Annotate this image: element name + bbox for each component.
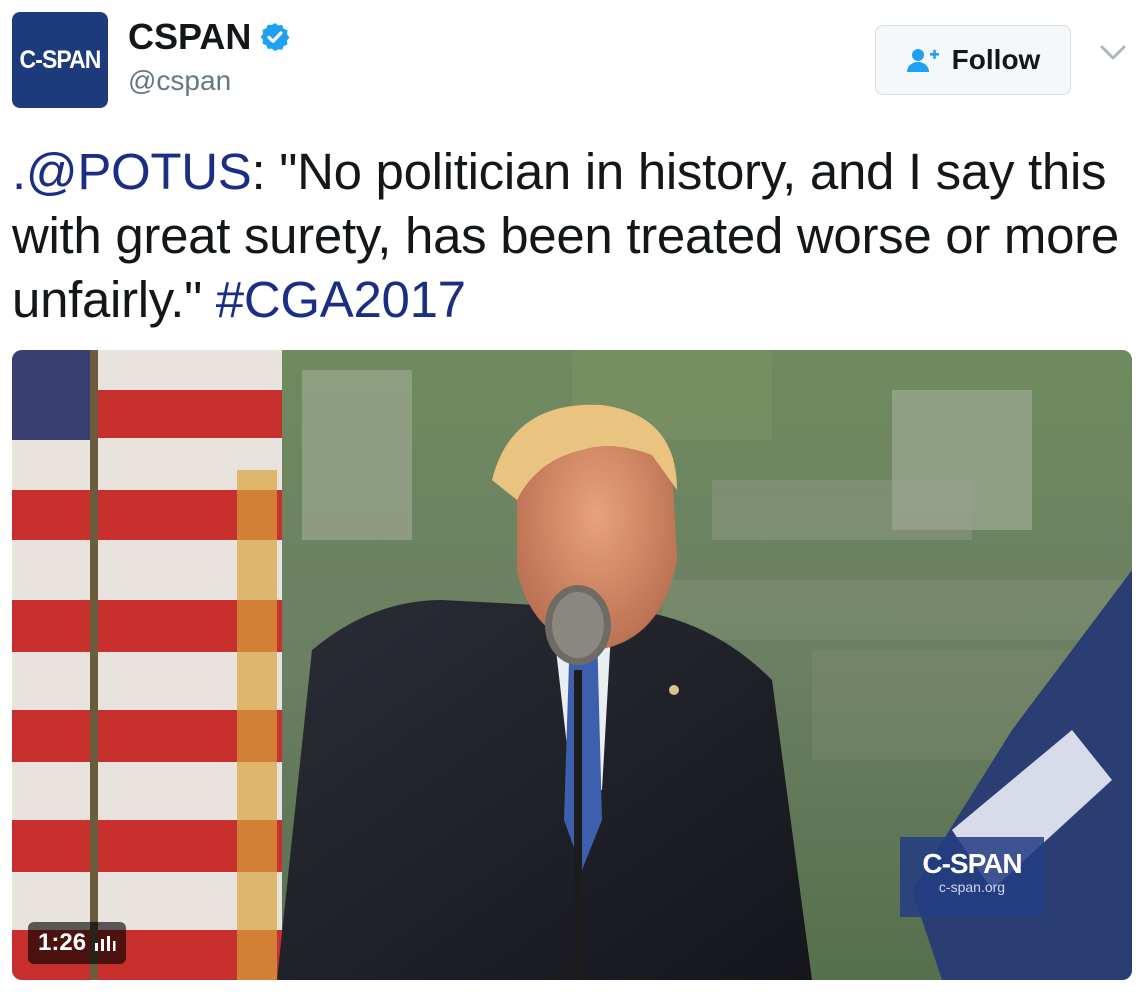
avatar-logo-text: C-SPAN [19, 45, 102, 74]
video-duration: 1:26 [38, 929, 87, 956]
avatar[interactable]: C-SPAN [12, 12, 108, 108]
add-user-icon [906, 49, 939, 72]
follow-button[interactable]: Follow [875, 25, 1071, 95]
watermark-url: c-span.org [938, 879, 1006, 895]
video-duration-badge: 1:26 [28, 922, 127, 964]
user-handle[interactable]: @cspan [128, 64, 231, 98]
follow-button-label: Follow [951, 44, 1041, 75]
views-bars-icon [95, 936, 116, 951]
display-name-row[interactable]: CSPAN [128, 16, 291, 58]
tweet-text: .@POTUS: "No politician in history, and … [12, 140, 1132, 332]
video-thumbnail[interactable]: C-SPAN c-span.org [12, 350, 1132, 980]
mention-link[interactable]: .@POTUS [12, 143, 252, 200]
verified-badge-icon [260, 23, 290, 51]
chevron-down-icon[interactable] [1100, 44, 1126, 62]
hashtag-link[interactable]: #CGA2017 [216, 271, 466, 328]
channel-watermark: C-SPAN c-span.org [900, 837, 1044, 917]
watermark-logo: C-SPAN [922, 848, 1022, 879]
american-flag [12, 350, 282, 980]
display-name[interactable]: CSPAN [128, 16, 251, 58]
